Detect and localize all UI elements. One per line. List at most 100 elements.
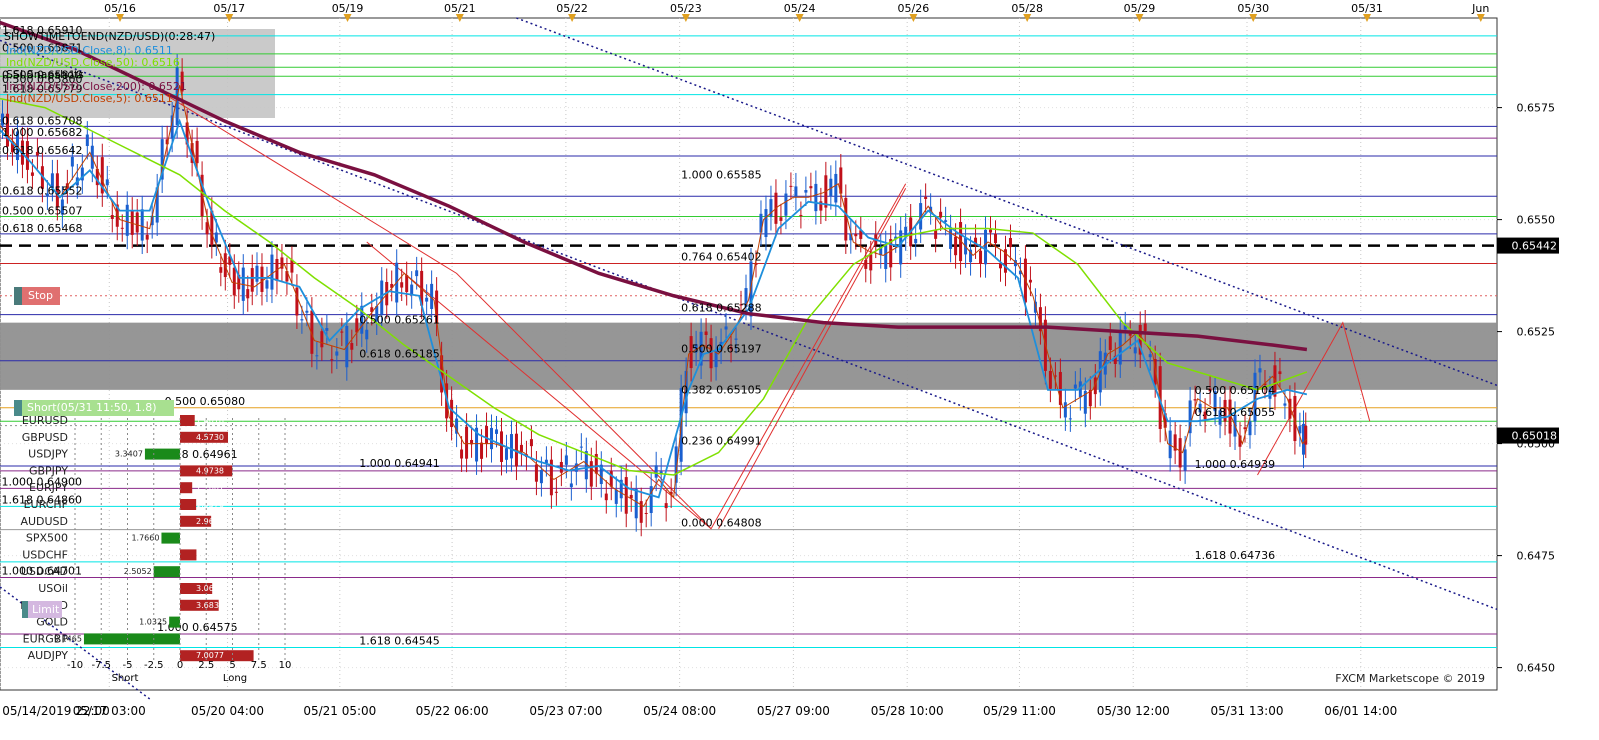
candle-body: [604, 493, 608, 501]
y-tick-label: 0.6550: [1517, 214, 1556, 227]
bottom-date-label: 05/24 08:00: [643, 704, 716, 718]
top-date-label: 05/21: [444, 2, 476, 15]
top-date-label: 05/29: [1124, 2, 1156, 15]
bottom-date-label: 05/31 13:00: [1211, 704, 1284, 718]
short-order-tag[interactable]: Short(05/31 11:50, 1.8): [14, 400, 174, 416]
ssi-value: 1.5376: [196, 500, 224, 509]
ssi-symbol: SPX500: [26, 532, 68, 545]
ssi-symbol: USDCHF: [22, 548, 68, 561]
candle-body: [954, 236, 958, 256]
ssi-bar: [161, 532, 180, 544]
ssi-value: 1.4018: [196, 416, 224, 425]
stop-price-label: 0.65442: [1512, 240, 1558, 253]
watermark: FXCM Marketscope © 2019: [1335, 672, 1485, 685]
candle-body: [400, 282, 404, 288]
left-fib-label: 1.000 0.65682: [2, 126, 82, 139]
ssi-value: 4.5730: [196, 433, 224, 442]
y-tick-label: 0.6525: [1517, 326, 1556, 339]
top-date-label: Jun: [1471, 2, 1489, 15]
candle-body: [1278, 371, 1282, 375]
ssi-value: 1.7660: [131, 534, 159, 543]
candle-body: [305, 310, 309, 313]
candle-body: [1283, 403, 1287, 406]
bottom-date-label: 05/23 07:00: [529, 704, 602, 718]
ssi-bar: [144, 448, 180, 460]
bottom-date-label: 05/21 05:00: [303, 704, 376, 718]
bottom-date-label: 05/17 03:00: [73, 704, 146, 718]
fib-label: 0.236 0.64991: [681, 435, 761, 448]
candle-body: [664, 503, 668, 509]
candle-body: [85, 134, 89, 147]
candle-body: [405, 275, 409, 293]
ssi-symbol: USDJPY: [28, 448, 68, 461]
candle-body: [70, 156, 74, 167]
candle-body: [140, 209, 144, 241]
y-tick-label: 0.6575: [1517, 102, 1556, 115]
ssi-bar: [180, 499, 197, 510]
limit-button[interactable]: Limit: [22, 601, 62, 618]
fib-label: 0.764 0.65402: [681, 251, 761, 264]
candle-body: [1178, 438, 1182, 468]
y-tick-label: 0.6450: [1517, 662, 1556, 675]
ssi-bar: [153, 566, 180, 578]
candle-body: [265, 280, 269, 289]
fib-label: 0.500 0.65080: [165, 395, 245, 408]
ssi-tick: 10: [279, 660, 292, 671]
candle-body: [934, 230, 938, 239]
ssi-symbol: AUDUSD: [20, 515, 68, 528]
ssi-value: 1.5650: [196, 550, 224, 559]
candle-body: [135, 212, 139, 233]
stop-button-label: Stop: [28, 289, 54, 302]
ssi-value: 1.0325: [139, 618, 167, 627]
candle-body: [884, 244, 888, 269]
fib-label: 1.000 0.65585: [681, 169, 761, 182]
stop-button[interactable]: Stop: [14, 287, 60, 305]
bottom-date-label: 05/20 04:00: [191, 704, 264, 718]
candle-body: [110, 215, 114, 219]
ssi-bar: [180, 482, 193, 494]
candle-body: [355, 318, 359, 333]
candle-body: [105, 179, 109, 186]
candle-body: [1143, 323, 1147, 331]
candle-body: [1063, 402, 1067, 418]
ssi-symbol: EURCHF: [24, 498, 68, 511]
candle-body: [814, 183, 818, 212]
ssi-bar: [180, 549, 197, 561]
candle-body: [1133, 347, 1137, 354]
chart-title: SHOWTIMETOEND(NZD/USD)(0:28:47): [4, 30, 215, 43]
candle-body: [325, 328, 329, 331]
candle-body: [899, 230, 903, 265]
ssi-symbol: USDCAD: [21, 565, 68, 578]
candle-body: [415, 270, 419, 277]
candle-body: [574, 463, 578, 472]
fib-label: 1.618 0.64545: [359, 634, 439, 647]
candle-body: [529, 439, 533, 447]
candle-body: [554, 491, 558, 493]
candle-body: [534, 464, 538, 482]
current-price-label: 0.65018: [1512, 430, 1558, 443]
candle-body: [270, 254, 274, 290]
fib-label: 1.000 0.64939: [1195, 458, 1275, 471]
candle-body: [844, 197, 848, 241]
ssi-tick: -2.5: [144, 660, 164, 671]
bottom-date-label: 05/28 10:00: [871, 704, 944, 718]
candle-body: [1193, 399, 1197, 401]
candle-body: [1248, 421, 1252, 436]
candle-body: [634, 488, 638, 519]
ssi-tick: 2.5: [198, 660, 214, 671]
candle-body: [380, 280, 384, 315]
candle-body: [425, 297, 429, 302]
ssi-symbol: EURJPY: [29, 481, 68, 494]
candle-body: [994, 233, 998, 244]
legend-entry: Ind(NZD/USD.Close,5): 0.6511: [6, 92, 173, 105]
fib-label: 0.618 0.65185: [359, 348, 439, 361]
top-date-label: 05/24: [784, 2, 816, 15]
candle-body: [480, 442, 484, 459]
candle-body: [1108, 336, 1112, 350]
candle-body: [734, 338, 738, 340]
ssi-axis-short: Short: [112, 673, 139, 684]
candle-body: [579, 446, 583, 448]
ssi-tick: -10: [67, 660, 83, 671]
candle-body: [465, 426, 469, 459]
ssi-symbol: GBPJPY: [29, 464, 68, 477]
